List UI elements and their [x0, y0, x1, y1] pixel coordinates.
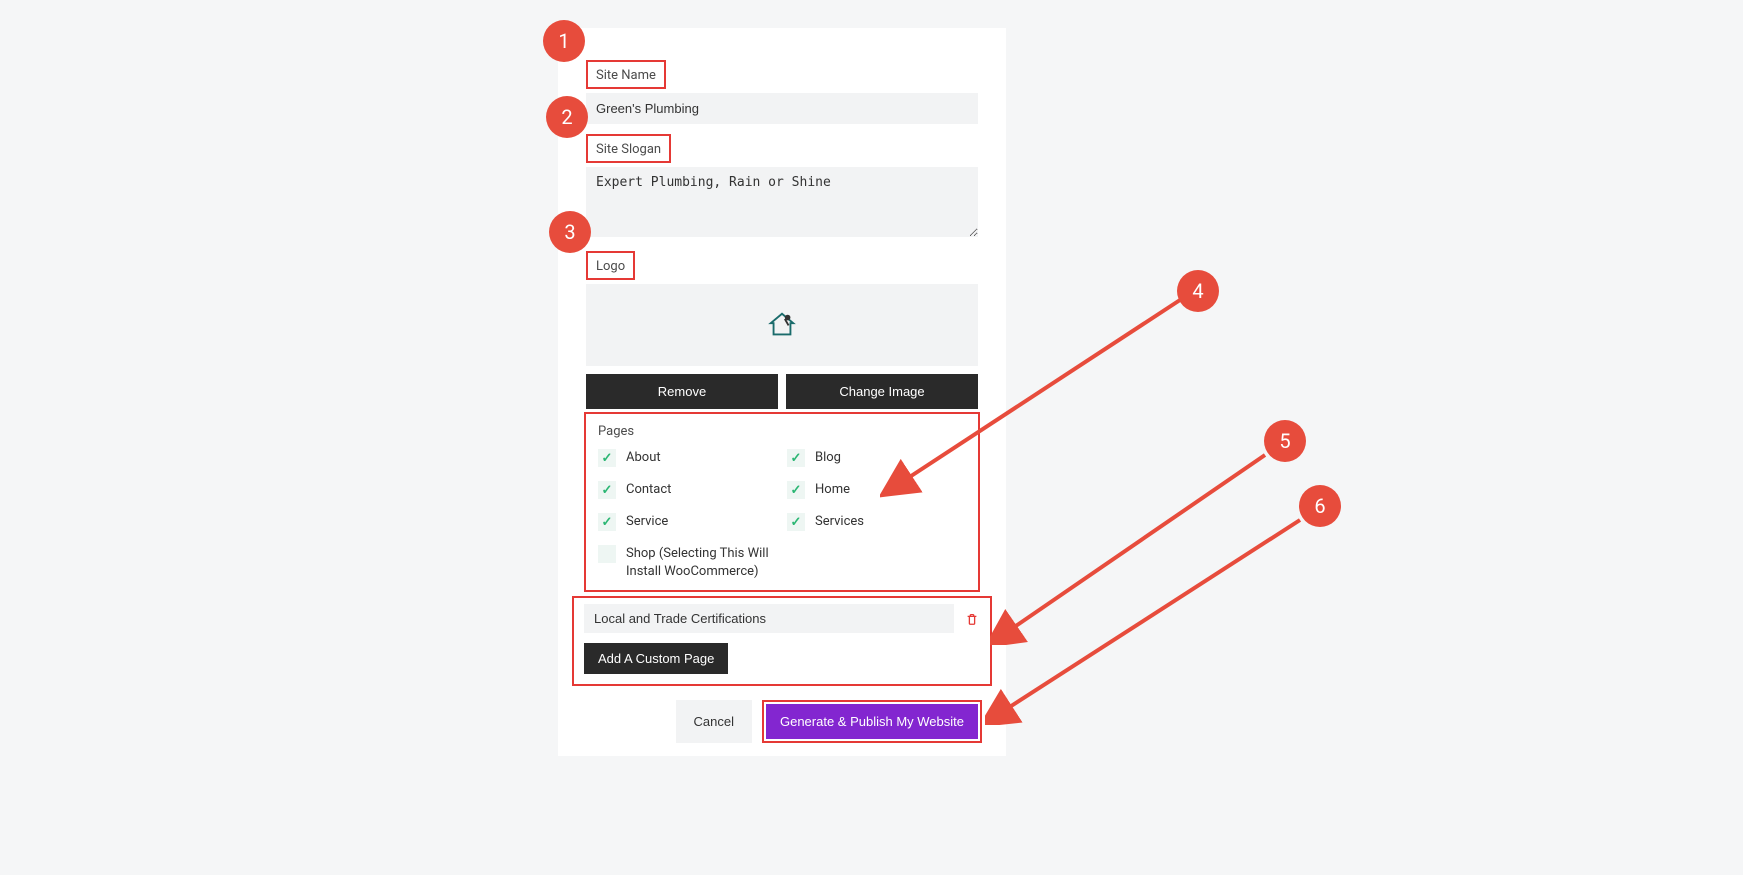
page-item-blog[interactable]: Blog: [787, 449, 966, 467]
remove-logo-button[interactable]: Remove: [586, 374, 778, 409]
delete-custom-page-button[interactable]: [964, 611, 980, 627]
site-slogan-label-box: Site Slogan: [586, 134, 671, 163]
form-panel: Site Name Site Slogan Logo Remove Change…: [558, 28, 1006, 756]
cancel-button[interactable]: Cancel: [676, 700, 752, 743]
annotation-3: 3: [549, 211, 591, 253]
page-label: Home: [815, 481, 850, 499]
logo-preview: [586, 284, 978, 366]
page-label: Contact: [626, 481, 671, 499]
checkbox-contact[interactable]: [598, 481, 616, 499]
page-item-contact[interactable]: Contact: [598, 481, 777, 499]
annotation-5: 5: [1264, 420, 1306, 462]
site-slogan-label: Site Slogan: [592, 140, 665, 159]
page-item-services[interactable]: Services: [787, 513, 966, 531]
page-label: Service: [626, 513, 668, 531]
house-wrench-icon: [767, 310, 797, 340]
page-item-shop[interactable]: Shop (Selecting This Will Install WooCom…: [598, 545, 777, 580]
page-label: Shop (Selecting This Will Install WooCom…: [626, 545, 777, 580]
add-custom-page-button[interactable]: Add A Custom Page: [584, 643, 728, 674]
checkbox-blog[interactable]: [787, 449, 805, 467]
checkbox-shop[interactable]: [598, 545, 616, 563]
annotation-2: 2: [546, 96, 588, 138]
checkbox-service[interactable]: [598, 513, 616, 531]
checkbox-services[interactable]: [787, 513, 805, 531]
custom-page-input[interactable]: [584, 604, 954, 633]
annotation-4: 4: [1177, 270, 1219, 312]
annotation-6: 6: [1299, 485, 1341, 527]
pages-label: Pages: [598, 424, 966, 439]
page-item-service[interactable]: Service: [598, 513, 777, 531]
site-slogan-input[interactable]: [586, 167, 978, 237]
pages-box: Pages About Blog Contact Home Service: [584, 412, 980, 592]
site-name-input[interactable]: [586, 93, 978, 124]
logo-label-box: Logo: [586, 251, 635, 280]
page-item-home[interactable]: Home: [787, 481, 966, 499]
page-label: Services: [815, 513, 864, 531]
site-name-label: Site Name: [592, 66, 660, 85]
annotation-1: 1: [543, 20, 585, 62]
generate-button-highlight: Generate & Publish My Website: [762, 700, 982, 743]
page-label: Blog: [815, 449, 841, 467]
page-item-about[interactable]: About: [598, 449, 777, 467]
checkbox-about[interactable]: [598, 449, 616, 467]
trash-icon: [965, 612, 979, 626]
custom-page-box: Add A Custom Page: [572, 596, 992, 686]
logo-label: Logo: [592, 257, 629, 276]
checkbox-home[interactable]: [787, 481, 805, 499]
generate-publish-button[interactable]: Generate & Publish My Website: [766, 704, 978, 739]
page-label: About: [626, 449, 661, 467]
change-image-button[interactable]: Change Image: [786, 374, 978, 409]
site-name-label-box: Site Name: [586, 60, 666, 89]
annotation-arrow-5: [990, 445, 1280, 645]
annotation-arrow-6: [985, 510, 1315, 725]
